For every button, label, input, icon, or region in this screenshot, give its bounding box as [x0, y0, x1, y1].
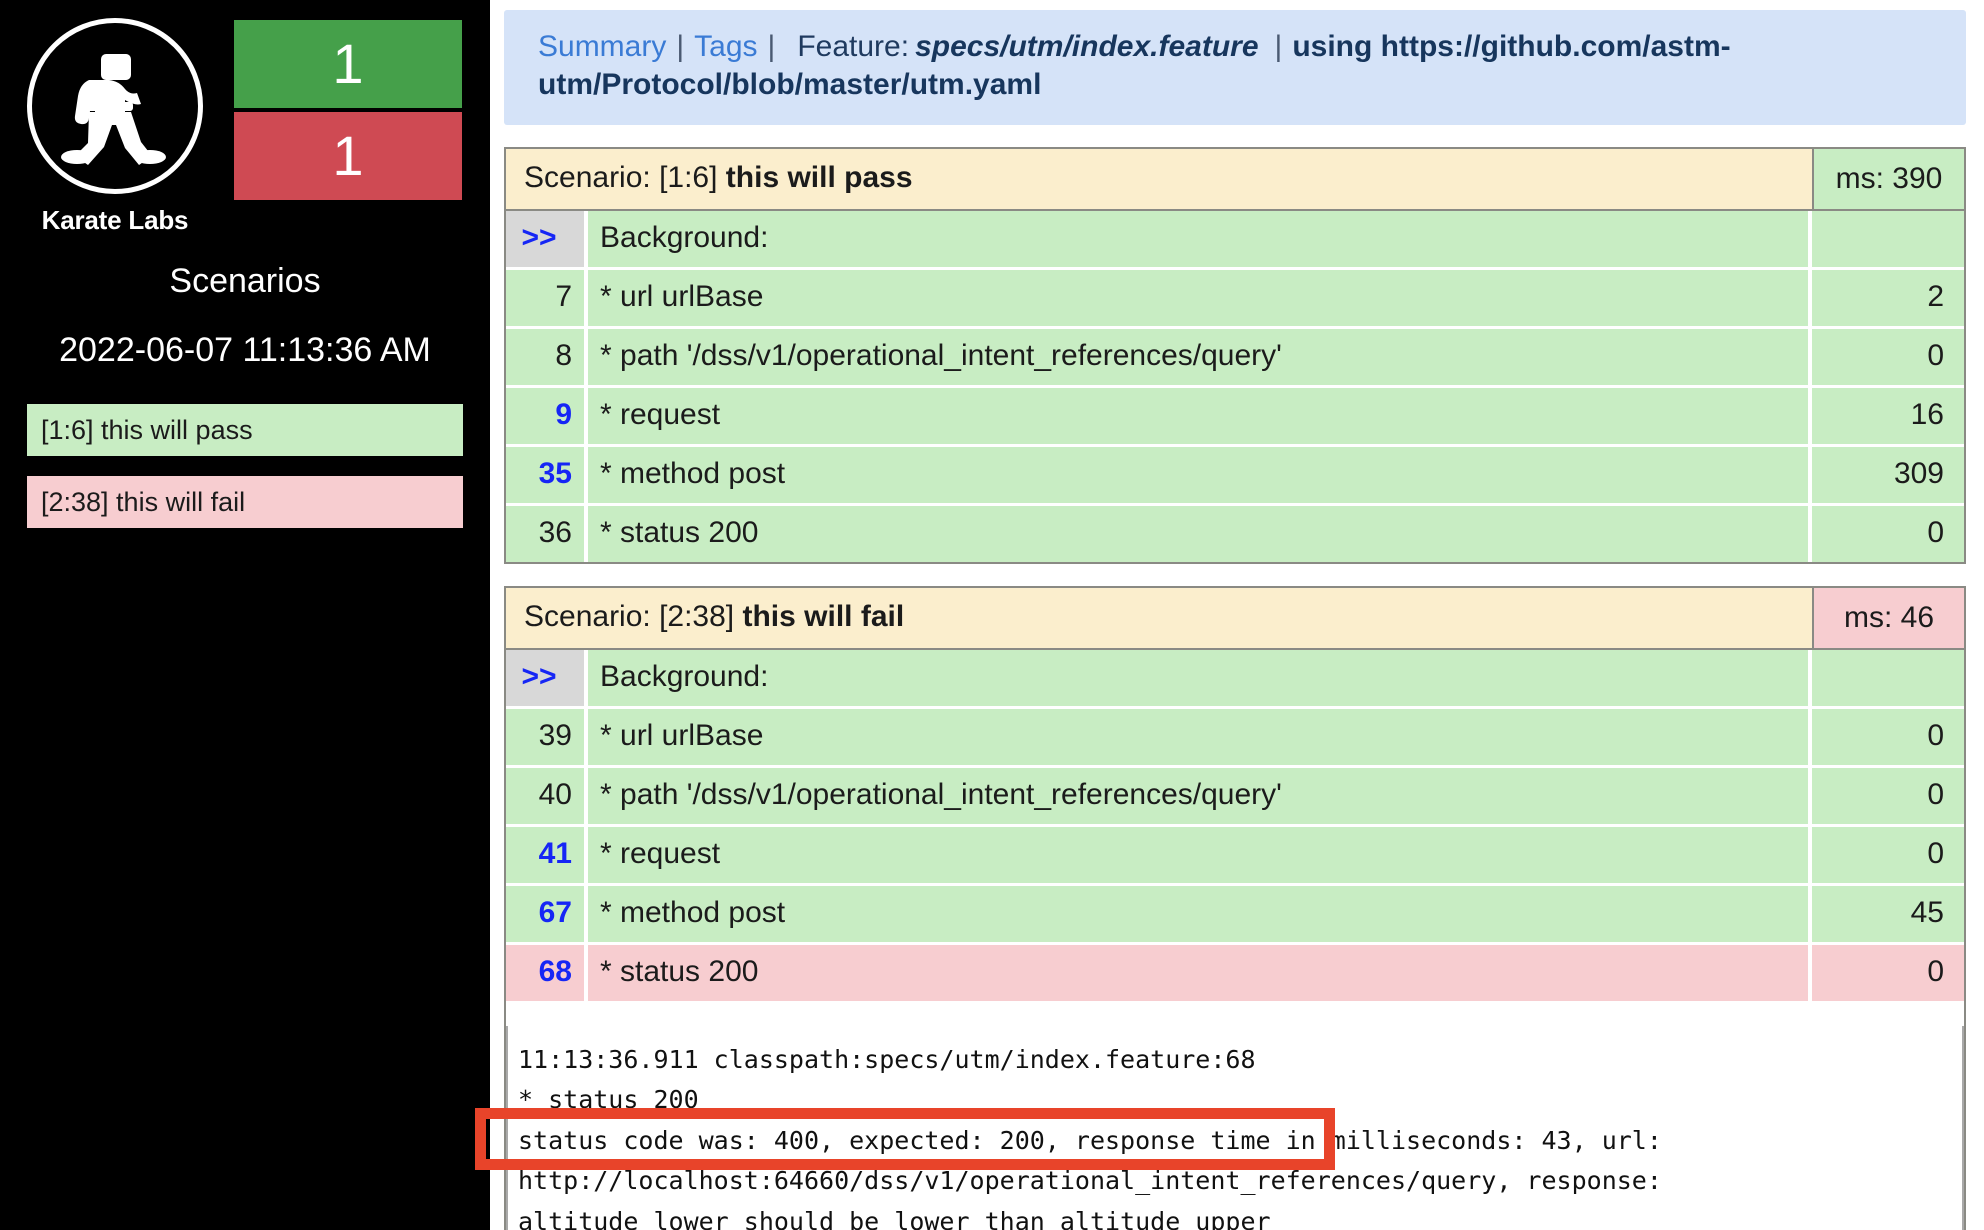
karate-report-page: Karate Labs 1 1 Scenarios 2022-06-07 11:… — [0, 0, 1984, 1230]
summary-link[interactable]: Summary — [538, 30, 666, 63]
step-duration: 0 — [1812, 328, 1964, 385]
failed-count: 1 — [332, 124, 364, 187]
step-text: * url urlBase — [588, 269, 1808, 326]
summary-counts: 1 1 — [234, 20, 462, 200]
step-duration: 16 — [1812, 387, 1964, 444]
step-row: 39 * url urlBase 0 — [506, 708, 1964, 765]
sidebar-item-scenario-pass[interactable]: [1:6] this will pass — [27, 404, 463, 456]
passed-count: 1 — [332, 32, 364, 95]
step-text: * request — [588, 826, 1808, 883]
step-row-failed: 68 * status 200 0 — [506, 944, 1964, 1001]
step-duration — [1812, 210, 1964, 267]
step-line-number: 8 — [506, 328, 584, 385]
feature-path-link[interactable]: specs/utm/index.feature — [909, 30, 1264, 63]
step-row: 36 * status 200 0 — [506, 505, 1964, 562]
scenario-name: this will pass — [725, 160, 913, 194]
scenario-duration: ms: 390 — [1812, 148, 1964, 209]
step-duration: 0 — [1812, 826, 1964, 883]
step-row: >> Background: — [506, 649, 1964, 706]
step-line-number[interactable]: 35 — [506, 446, 584, 503]
step-line-number: 7 — [506, 269, 584, 326]
nav-separator-3: | — [1274, 30, 1283, 63]
step-duration: 309 — [1812, 446, 1964, 503]
step-text: * path '/dss/v1/operational_intent_refer… — [588, 767, 1808, 824]
scenario-nav-list: [1:6] this will pass [2:38] this will fa… — [0, 404, 490, 528]
tags-link[interactable]: Tags — [694, 30, 757, 63]
step-duration: 2 — [1812, 269, 1964, 326]
step-row: >> Background: — [506, 210, 1964, 267]
step-duration: 0 — [1812, 505, 1964, 562]
step-row: 40 * path '/dss/v1/operational_intent_re… — [506, 767, 1964, 824]
scenario-block-pass: Scenario: [1:6] this will pass ms: 390 >… — [504, 146, 1966, 564]
karate-figure-icon — [27, 18, 203, 194]
scenarios-heading: Scenarios — [169, 262, 321, 300]
step-line-number: 40 — [506, 767, 584, 824]
step-text: * path '/dss/v1/operational_intent_refer… — [588, 328, 1808, 385]
sidebar-item-label: [2:38] this will fail — [41, 486, 246, 517]
failed-count-box[interactable]: 1 — [234, 112, 462, 200]
brand-block: Karate Labs — [0, 12, 230, 236]
step-text: * method post — [588, 446, 1808, 503]
step-line-number[interactable]: 41 — [506, 826, 584, 883]
scenario-header[interactable]: Scenario: [1:6] this will pass ms: 390 — [506, 148, 1964, 211]
brand-label: Karate Labs — [41, 205, 189, 235]
scenario-duration: ms: 46 — [1812, 587, 1964, 648]
scenario-name: this will fail — [742, 599, 905, 633]
scenario-header[interactable]: Scenario: [2:38] this will fail ms: 46 — [506, 587, 1964, 650]
step-duration: 0 — [1812, 944, 1964, 1001]
sidebar-item-label: [1:6] this will pass — [41, 414, 253, 445]
run-timestamp: 2022-06-07 11:13:36 AM — [59, 331, 431, 369]
sidebar-header: Karate Labs 1 1 — [0, 0, 490, 236]
nav-separator-2: | — [767, 30, 776, 63]
step-duration: 45 — [1812, 885, 1964, 942]
step-row: 67 * method post 45 — [506, 885, 1964, 942]
sidebar-item-scenario-fail[interactable]: [2:38] this will fail — [27, 476, 463, 528]
step-line-number[interactable]: >> — [506, 210, 584, 267]
step-row: 7 * url urlBase 2 — [506, 269, 1964, 326]
step-list: >> Background: 7 * url urlBase 2 8 * pat… — [506, 210, 1964, 562]
scenario-block-fail: Scenario: [2:38] this will fail ms: 46 >… — [504, 585, 1966, 1230]
scenario-prefix: Scenario: [2:38] — [524, 599, 735, 633]
step-line-number[interactable]: 67 — [506, 885, 584, 942]
step-text: * method post — [588, 885, 1808, 942]
step-row: 35 * method post 309 — [506, 446, 1964, 503]
step-text: * status 200 — [588, 505, 1808, 562]
step-duration: 0 — [1812, 767, 1964, 824]
feature-label: Feature: — [797, 30, 910, 63]
step-line-number[interactable]: 68 — [506, 944, 584, 1001]
scenario-title: Scenario: [1:6] this will pass — [506, 149, 1812, 209]
sidebar: Karate Labs 1 1 Scenarios 2022-06-07 11:… — [0, 0, 490, 1230]
main-content: Summary | Tags | Feature: specs/utm/index.fea… — [490, 0, 1984, 1230]
step-row: 8 * path '/dss/v1/operational_intent_ref… — [506, 328, 1964, 385]
error-log: 11:13:36.911 classpath:specs/utm/index.f… — [506, 1025, 1964, 1230]
scenario-title: Scenario: [2:38] this will fail — [506, 588, 1812, 648]
nav-separator-1: | — [676, 30, 685, 63]
step-row: 9 * request 16 — [506, 387, 1964, 444]
step-line-number[interactable]: 9 — [506, 387, 584, 444]
step-row: 41 * request 0 — [506, 826, 1964, 883]
scenario-prefix: Scenario: [1:6] — [524, 160, 718, 194]
step-list: >> Background: 39 * url urlBase 0 40 * p… — [506, 649, 1964, 1001]
step-line-number[interactable]: >> — [506, 649, 584, 706]
step-text: * url urlBase — [588, 708, 1808, 765]
step-line-number: 39 — [506, 708, 584, 765]
step-text: Background: — [588, 210, 1808, 267]
step-duration: 0 — [1812, 708, 1964, 765]
step-text: * status 200 — [588, 944, 1808, 1001]
breadcrumb: Summary | Tags | Feature: specs/utm/index.fea… — [504, 10, 1966, 125]
step-duration — [1812, 649, 1964, 706]
step-text: * request — [588, 387, 1808, 444]
step-text: Background: — [588, 649, 1808, 706]
step-line-number: 36 — [506, 505, 584, 562]
passed-count-box[interactable]: 1 — [234, 20, 462, 108]
